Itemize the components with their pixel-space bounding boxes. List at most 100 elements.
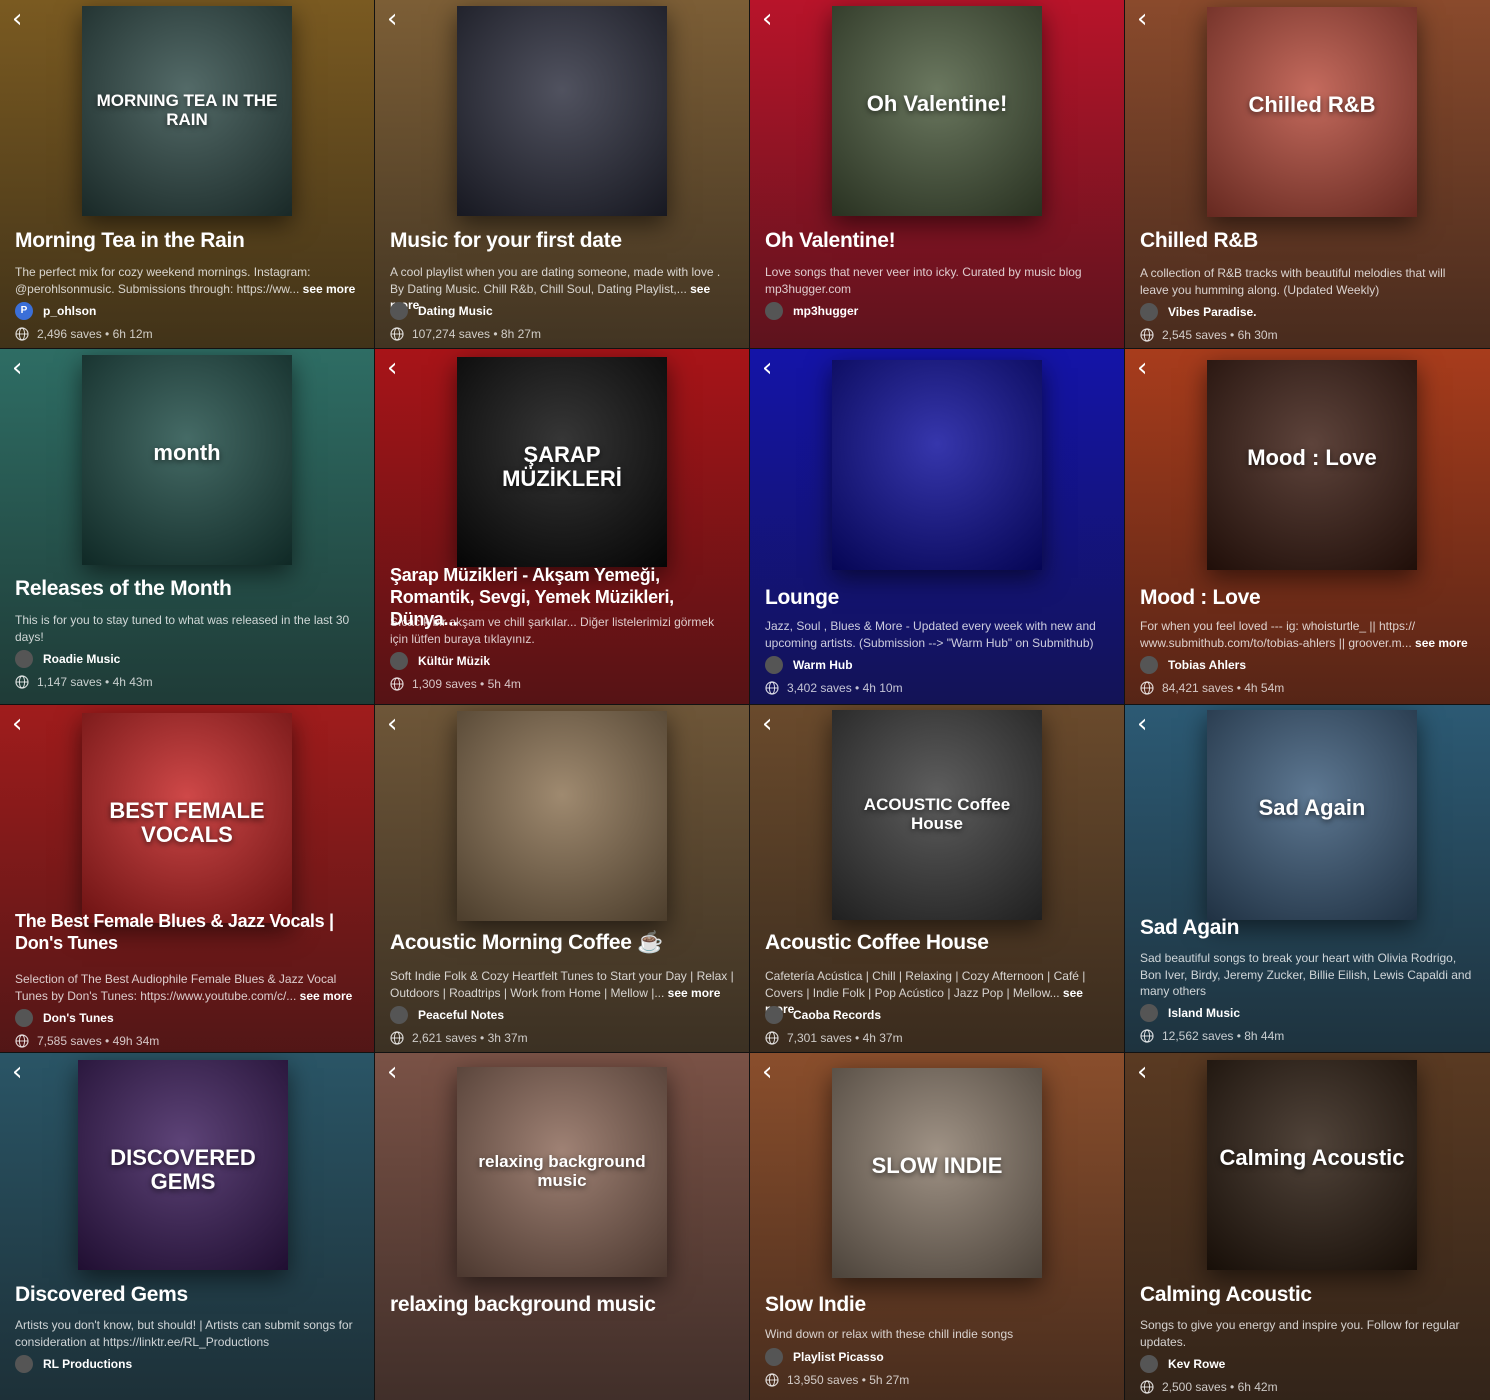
back-chevron-icon[interactable]: ‹ [387,1059,397,1085]
playlist-owner[interactable]: RL Productions [15,1355,132,1373]
playlist-cover-art: BEST FEMALE VOCALS [82,713,292,923]
playlist-cover-art: Mood : Love [1207,360,1417,570]
owner-avatar: P [15,302,33,320]
back-chevron-icon[interactable]: ‹ [762,355,772,381]
see-more-link[interactable]: see more [1412,636,1468,650]
playlist-owner[interactable]: Pp_ohlson [15,302,96,320]
playlist-cover-art [457,6,667,216]
cover-art-text: BEST FEMALE VOCALS [109,798,265,848]
playlist-card[interactable]: ‹ ACOUSTIC Coffee House Acoustic Coffee Ho… [750,705,1124,1052]
playlist-owner[interactable]: Warm Hub [765,656,853,674]
playlist-owner[interactable]: Kev Rowe [1140,1355,1225,1373]
playlist-card[interactable]: ‹ DISCOVERED GEMS Discovered Gems Artists y… [0,1053,374,1400]
owner-avatar [15,650,33,668]
playlist-cover-art: month [82,355,292,565]
playlist-owner[interactable]: Island Music [1140,1004,1240,1022]
back-chevron-icon[interactable]: ‹ [12,355,22,381]
cover-art-text: Chilled R&B [1248,92,1376,117]
owner-avatar [1140,303,1158,321]
back-chevron-icon[interactable]: ‹ [1137,6,1147,32]
playlist-description: Wind down or relax with these chill indi… [765,1327,1014,1341]
playlist-cover-art: Calming Acoustic [1207,1060,1417,1270]
playlist-cover-art: Chilled R&B [1207,7,1417,217]
playlist-grid: ‹ MORNING TEA IN THE RAIN Morning Tea in t… [0,0,1490,1400]
owner-name: Warm Hub [793,658,853,672]
playlist-card[interactable]: ‹ Sad Again Sad Again Sad beautiful songs t… [1125,705,1490,1052]
playlist-owner[interactable]: Caoba Records [765,1006,881,1024]
playlist-meta: 2,621 saves • 3h 37m [390,1031,528,1045]
playlist-card[interactable]: ‹ Music for your first date A cool playlis… [375,0,749,348]
playlist-description: For when you feel loved --- ig: whoistur… [1140,619,1468,650]
owner-avatar [1140,656,1158,674]
playlist-card[interactable]: ‹ MORNING TEA IN THE RAIN Morning Tea in t… [0,0,374,348]
back-chevron-icon[interactable]: ‹ [12,6,22,32]
owner-avatar [765,1006,783,1024]
playlist-meta: 12,562 saves • 8h 44m [1140,1029,1284,1043]
playlist-cover-art [457,711,667,921]
owner-name: RL Productions [43,1357,133,1371]
playlist-cover-art: Sad Again [1207,710,1417,920]
playlist-owner[interactable]: Vibes Paradise. [1140,303,1257,321]
playlist-owner[interactable]: Kültür Müzik [390,652,490,670]
playlist-card[interactable]: ‹ ŞARAP MÜZİKLERİ Şarap Müzikleri - Akşam … [375,349,749,704]
playlist-owner[interactable]: Roadie Music [15,650,120,668]
back-chevron-icon[interactable]: ‹ [387,355,397,381]
playlist-card[interactable]: ‹ Acoustic Morning Coffee ☕ Soft Indie Fol… [375,705,749,1052]
back-chevron-icon[interactable]: ‹ [1137,1059,1147,1085]
owner-avatar [765,302,783,320]
back-chevron-icon[interactable]: ‹ [1137,711,1147,737]
playlist-meta: 107,274 saves • 8h 27m [390,327,541,341]
playlist-card[interactable]: ‹ Mood : Love Mood : Love For when you feel… [1125,349,1490,704]
playlist-description: This is for you to stay tuned to what wa… [15,613,350,644]
globe-icon [765,1031,779,1045]
cover-art-text: Sad Again [1258,795,1366,820]
playlist-meta: 13,950 saves • 5h 27m [765,1373,909,1387]
back-chevron-icon[interactable]: ‹ [1137,355,1147,381]
playlist-card[interactable]: ‹ BEST FEMALE VOCALS The Best Female Blues… [0,705,374,1052]
playlist-card[interactable]: ‹ Oh Valentine! Oh Valentine! Love songs th… [750,0,1124,348]
playlist-description: Songs to give you energy and inspire you… [1140,1318,1460,1349]
globe-icon [390,327,404,341]
saves-count: 1,147 saves • 4h 43m [37,675,153,689]
back-chevron-icon[interactable]: ‹ [762,711,772,737]
playlist-title: Lounge [765,586,840,609]
see-more-link[interactable]: see more [664,986,721,1000]
back-chevron-icon[interactable]: ‹ [12,711,22,737]
back-chevron-icon[interactable]: ‹ [762,1059,772,1085]
playlist-description: Soft Indie Folk & Cozy Heartfelt Tunes t… [390,969,734,1000]
playlist-title: Discovered Gems [15,1283,188,1306]
owner-avatar [1140,1355,1158,1373]
owner-avatar [390,1006,408,1024]
saves-count: 2,496 saves • 6h 12m [37,327,153,341]
playlist-owner[interactable]: Tobias Ahlers [1140,656,1246,674]
playlist-owner[interactable]: Peaceful Notes [390,1006,504,1024]
playlist-meta: 7,585 saves • 49h 34m [15,1034,159,1048]
playlist-owner[interactable]: Don's Tunes [15,1009,114,1027]
playlist-card[interactable]: ‹ SLOW INDIE Slow Indie Wind down or relax … [750,1053,1124,1400]
back-chevron-icon[interactable]: ‹ [387,711,397,737]
playlist-cover-art: SLOW INDIE [832,1068,1042,1278]
back-chevron-icon[interactable]: ‹ [12,1059,22,1085]
saves-count: 12,562 saves • 8h 44m [1162,1029,1285,1043]
playlist-owner[interactable]: Dating Music [390,302,493,320]
playlist-card[interactable]: ‹ month Releases of the Month This is for y… [0,349,374,704]
see-more-link[interactable]: see more [299,282,356,296]
playlist-description: Artists you don't know, but should! | Ar… [15,1318,353,1349]
playlist-card[interactable]: ‹ Calming Acoustic Calming Acoustic Songs t… [1125,1053,1490,1400]
playlist-card[interactable]: ‹ Lounge Jazz, Soul , Blues & More - Updat… [750,349,1124,704]
cover-art-text: relaxing background music [478,1152,646,1190]
see-more-link[interactable]: see more [296,989,353,1003]
back-chevron-icon[interactable]: ‹ [762,6,772,32]
playlist-cover-art: relaxing background music [457,1067,667,1277]
playlist-card[interactable]: ‹ Chilled R&B Chilled R&B A collection of R… [1125,0,1490,348]
playlist-owner[interactable]: mp3hugger [765,302,858,320]
back-chevron-icon[interactable]: ‹ [387,6,397,32]
cover-art-text: Calming Acoustic [1219,1145,1405,1170]
playlist-title: Slow Indie [765,1293,866,1316]
saves-count: 2,500 saves • 6h 42m [1162,1380,1278,1394]
globe-icon [1140,1029,1154,1043]
playlist-card[interactable]: ‹ relaxing background music relaxing backg… [375,1053,749,1400]
owner-avatar [15,1355,33,1373]
playlist-owner[interactable]: Playlist Picasso [765,1348,884,1366]
playlist-description: Love songs that never veer into icky. Cu… [765,265,1082,296]
